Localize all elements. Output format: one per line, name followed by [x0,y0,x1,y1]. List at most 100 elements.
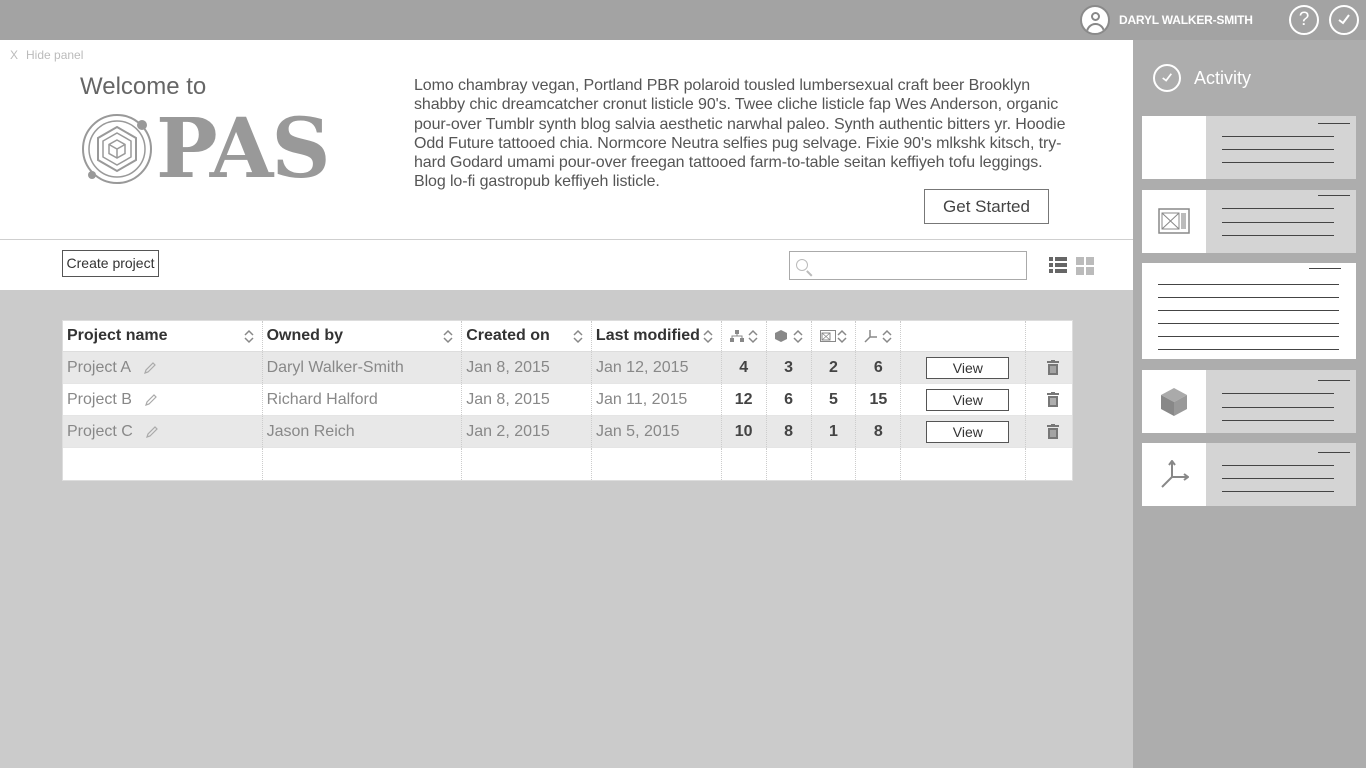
project-toolbar: Create project [0,240,1133,290]
column-header-created-on[interactable]: Created on [462,321,592,351]
hierarchy-count: 10 [722,416,767,447]
image-count: 2 [812,352,857,383]
logo-text: PAS [156,101,331,197]
activity-card[interactable] [1142,370,1356,433]
sort-icon [703,329,713,344]
search-box [789,251,1027,280]
hierarchy-count: 4 [722,352,767,383]
top-bar: DARYL WALKER-SMITH ? [0,0,1366,40]
logo-emblem-icon [82,114,152,184]
help-button[interactable]: ? [1289,5,1319,35]
column-header-actions [901,321,1027,351]
axes-icon [1161,460,1189,488]
cube-count: 6 [767,384,812,415]
card-thumbnail [1142,443,1206,506]
sort-icon [792,329,803,344]
project-name: Project A [67,358,132,376]
cube-icon [774,330,787,342]
card-thumbnail [1142,116,1206,179]
actions-cell: View [901,384,1027,415]
project-name-cell: Project C [63,416,263,447]
column-header-image[interactable] [812,321,857,351]
activity-panel: Activity [1133,40,1366,768]
clock-check-icon [1153,64,1181,92]
image-icon [1158,208,1190,234]
grid-view-icon[interactable] [1076,257,1094,275]
image-count: 5 [812,384,857,415]
welcome-panel: X Hide panel Welcome to PAS Lomo chambray… [0,40,1133,240]
owner-cell: Jason Reich [263,416,463,447]
delete-cell [1026,384,1072,415]
activity-card[interactable] [1142,116,1356,179]
axes-count: 8 [856,416,902,447]
hide-panel-link[interactable]: X Hide panel [10,48,83,62]
hide-panel-label: Hide panel [26,48,84,62]
pencil-icon[interactable] [145,425,159,439]
created-cell: Jan 2, 2015 [462,416,592,447]
table-row: Project A Daryl Walker-Smith Jan 8, 2015… [63,352,1072,384]
sort-icon [443,329,453,344]
pencil-icon[interactable] [144,393,158,407]
actions-cell: View [901,416,1027,447]
activity-card[interactable] [1142,263,1356,359]
user-name: DARYL WALKER-SMITH [1119,13,1253,27]
sort-icon [573,329,583,344]
pencil-icon[interactable] [143,361,157,375]
cube-count: 8 [767,416,812,447]
pas-logo: PAS [80,104,340,194]
cube-icon [1161,388,1187,416]
image-icon [819,330,836,342]
get-started-button[interactable]: Get Started [924,189,1049,224]
hierarchy-count: 12 [722,384,767,415]
owner-cell: Richard Halford [263,384,463,415]
table-row: Project B Richard Halford Jan 8, 2015 Ja… [63,384,1072,416]
activity-header: Activity [1153,64,1251,92]
column-header-owned-by[interactable]: Owned by [263,321,463,351]
axes-icon [864,330,878,343]
activity-card[interactable] [1142,190,1356,253]
avatar-icon [1080,5,1110,35]
trash-icon[interactable] [1047,424,1060,439]
activity-card[interactable] [1142,443,1356,506]
create-project-button[interactable]: Create project [62,250,159,277]
modified-cell: Jan 12, 2015 [592,352,722,383]
table-row-empty [63,448,1072,480]
column-header-hierarchy[interactable] [722,321,767,351]
sort-icon [244,329,254,344]
projects-table: Project name Owned by Created on Last mo… [62,320,1073,481]
user-menu[interactable]: DARYL WALKER-SMITH [1080,5,1253,35]
image-count: 1 [812,416,857,447]
modified-cell: Jan 5, 2015 [592,416,722,447]
created-cell: Jan 8, 2015 [462,352,592,383]
trash-icon[interactable] [1047,360,1060,375]
created-cell: Jan 8, 2015 [462,384,592,415]
axes-count: 6 [856,352,902,383]
close-icon: X [10,48,19,62]
hierarchy-icon [729,330,744,342]
project-name-cell: Project A [63,352,263,383]
welcome-heading: Welcome to [80,73,207,100]
list-view-icon[interactable] [1049,257,1067,273]
search-icon [796,259,808,271]
clock-check-icon [1338,14,1350,25]
activity-toggle-button[interactable] [1329,5,1359,35]
column-header-project-name[interactable]: Project name [63,321,263,351]
search-input[interactable] [814,252,1024,279]
view-button[interactable]: View [926,420,1010,443]
column-header-cube[interactable] [767,321,812,351]
axes-count: 15 [856,384,902,415]
column-header-axes[interactable] [856,321,902,351]
view-button[interactable]: View [926,356,1010,379]
sort-icon [882,329,892,344]
sort-icon [837,329,847,344]
trash-icon[interactable] [1047,392,1060,407]
sort-icon [748,329,758,344]
card-thumbnail [1142,190,1206,253]
owner-cell: Daryl Walker-Smith [263,352,463,383]
actions-cell: View [901,352,1027,383]
activity-title: Activity [1194,67,1252,88]
project-name: Project C [67,422,133,440]
column-header-last-modified[interactable]: Last modified [592,321,722,351]
intro-text: Lomo chambray vegan, Portland PBR polaro… [414,77,1066,191]
view-button[interactable]: View [926,388,1010,411]
